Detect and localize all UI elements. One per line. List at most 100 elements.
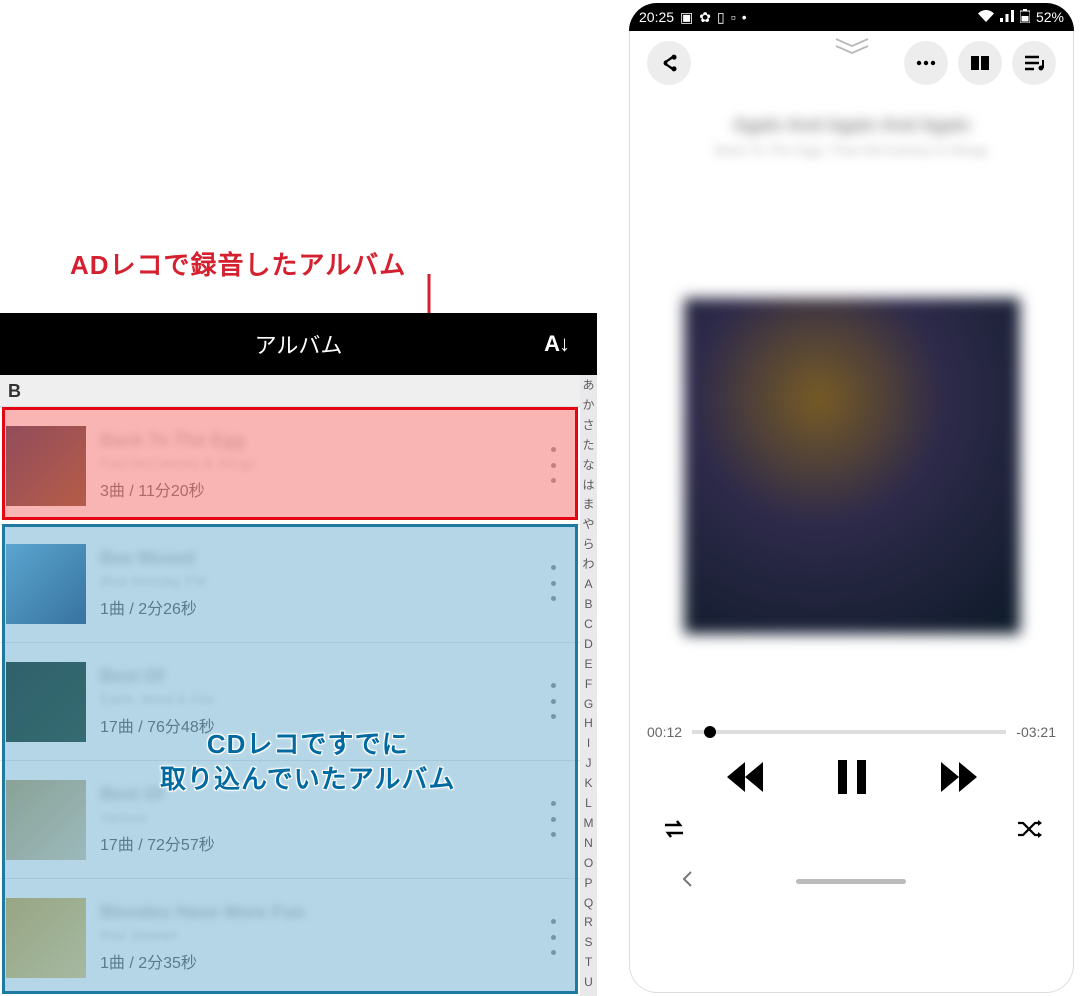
album-title: Blondes Have More Fun — [100, 902, 580, 923]
album-art-thumb — [6, 780, 86, 860]
now-playing-subtitle: Back To The Egg / Paul McCartney & Wings — [629, 142, 1074, 158]
album-title: Best Of — [100, 666, 580, 687]
clock: 20:25 — [639, 9, 674, 25]
album-stats: 1曲 / 2分26秒 — [100, 595, 580, 619]
album-art-thumb — [6, 544, 86, 624]
index-letter[interactable]: Q — [580, 897, 597, 917]
index-letter[interactable]: は — [580, 479, 597, 499]
album-art-thumb — [6, 662, 86, 742]
more-menu-icon[interactable] — [550, 565, 556, 601]
album-art-thumb — [6, 426, 86, 506]
repeat-button[interactable] — [661, 819, 687, 844]
collapse-handle-icon[interactable] — [834, 37, 870, 60]
index-letter[interactable]: O — [580, 857, 597, 877]
album-list: Back To The Egg Paul McCartney & Wings 3… — [0, 407, 580, 996]
pause-button[interactable] — [835, 758, 869, 801]
album-stats: 3曲 / 11分20秒 — [100, 477, 580, 501]
index-letter[interactable]: ま — [580, 498, 597, 518]
more-button[interactable] — [904, 41, 948, 85]
index-letter[interactable]: か — [580, 399, 597, 419]
battery-percent: 52% — [1036, 9, 1064, 25]
gear-icon: ✿ — [699, 9, 711, 26]
more-menu-icon[interactable] — [550, 919, 556, 955]
index-letter[interactable]: た — [580, 439, 597, 459]
album-artist: Blue Monday FM — [100, 573, 580, 589]
index-letter[interactable]: A — [580, 578, 597, 598]
annotation-cd-line2: 取り込んでいたアルバム — [160, 762, 455, 797]
image-icon: ▣ — [680, 9, 693, 26]
next-button[interactable] — [939, 760, 979, 799]
lyrics-button[interactable] — [958, 41, 1002, 85]
index-letter[interactable]: な — [580, 459, 597, 479]
index-letter[interactable]: G — [580, 698, 597, 718]
index-letter[interactable]: M — [580, 817, 597, 837]
index-letter[interactable]: R — [580, 916, 597, 936]
index-letter[interactable]: ら — [580, 538, 597, 558]
album-artist: Rod Stewart — [100, 927, 580, 943]
annotation-cd-reco: CDレコですでに 取り込んでいたアルバム — [160, 727, 455, 797]
album-artist: Earth, Wind & Fire — [100, 691, 580, 707]
index-letter[interactable]: J — [580, 757, 597, 777]
dot-icon: • — [742, 9, 747, 25]
album-art-thumb — [6, 898, 86, 978]
annotation-cd-line1: CDレコですでに — [160, 727, 455, 762]
index-letter[interactable]: U — [580, 976, 597, 996]
section-header-letter: B — [0, 375, 580, 407]
index-letter[interactable]: わ — [580, 558, 597, 578]
battery-icon — [1020, 9, 1030, 26]
index-letter[interactable]: K — [580, 777, 597, 797]
more-menu-icon[interactable] — [550, 683, 556, 719]
index-letter[interactable]: D — [580, 638, 597, 658]
player-topbar — [629, 31, 1074, 89]
more-menu-icon[interactable] — [550, 801, 556, 837]
share-button[interactable] — [647, 41, 691, 85]
prev-button[interactable] — [725, 760, 765, 799]
index-letter[interactable]: T — [580, 956, 597, 976]
index-letter[interactable]: C — [580, 618, 597, 638]
index-letter[interactable]: F — [580, 678, 597, 698]
album-row[interactable]: Bee Moved Blue Monday FM 1曲 / 2分26秒 — [0, 525, 580, 643]
alpha-index-bar[interactable]: あかさたなはまやらわABCDEFGHIJKLMNOPQRSTU — [580, 375, 597, 996]
rec-icon: ▯ — [717, 9, 725, 26]
album-title: Back To The Egg — [100, 430, 580, 451]
back-nav-icon[interactable] — [679, 870, 697, 893]
album-art — [684, 298, 1020, 634]
index-letter[interactable]: S — [580, 936, 597, 956]
player-screen: 20:25 ▣ ✿ ▯ ▫ • 52% — [629, 3, 1074, 993]
sim-icon: ▫ — [731, 9, 736, 25]
annotation-ad-reco: ADレコで録音したアルバム — [70, 245, 406, 282]
seek-track[interactable] — [692, 730, 1006, 734]
album-artist: Various — [100, 809, 580, 825]
index-letter[interactable]: や — [580, 518, 597, 538]
shuffle-button[interactable] — [1016, 819, 1042, 844]
index-letter[interactable]: L — [580, 797, 597, 817]
index-letter[interactable]: P — [580, 877, 597, 897]
seek-thumb[interactable] — [702, 724, 719, 741]
album-stats: 17曲 / 72分57秒 — [100, 831, 580, 855]
album-title: Bee Moved — [100, 548, 580, 569]
album-artist: Paul McCartney & Wings — [100, 455, 580, 471]
sort-button[interactable]: A↓ — [544, 331, 569, 357]
index-letter[interactable]: E — [580, 658, 597, 678]
android-nav-bar — [629, 870, 1074, 893]
seek-bar[interactable]: 00:12 -03:21 — [629, 634, 1074, 740]
queue-button[interactable] — [1012, 41, 1056, 85]
signal-icon — [1000, 9, 1014, 25]
index-letter[interactable]: N — [580, 837, 597, 857]
home-pill-icon[interactable] — [796, 879, 906, 884]
album-list-header: アルバム A↓ — [0, 313, 597, 375]
more-menu-icon[interactable] — [550, 447, 556, 483]
index-letter[interactable]: あ — [580, 379, 597, 399]
remaining-time: -03:21 — [1016, 724, 1056, 740]
index-letter[interactable]: H — [580, 717, 597, 737]
album-row[interactable]: Back To The Egg Paul McCartney & Wings 3… — [0, 407, 580, 525]
status-bar: 20:25 ▣ ✿ ▯ ▫ • 52% — [629, 3, 1074, 31]
album-stats: 1曲 / 2分35秒 — [100, 949, 580, 973]
index-letter[interactable]: I — [580, 737, 597, 757]
index-letter[interactable]: B — [580, 598, 597, 618]
now-playing-title: Again And Again And Again — [629, 115, 1074, 136]
index-letter[interactable]: さ — [580, 419, 597, 439]
album-list-title: アルバム — [0, 328, 597, 360]
elapsed-time: 00:12 — [647, 724, 682, 740]
album-row[interactable]: Blondes Have More Fun Rod Stewart 1曲 / 2… — [0, 879, 580, 996]
